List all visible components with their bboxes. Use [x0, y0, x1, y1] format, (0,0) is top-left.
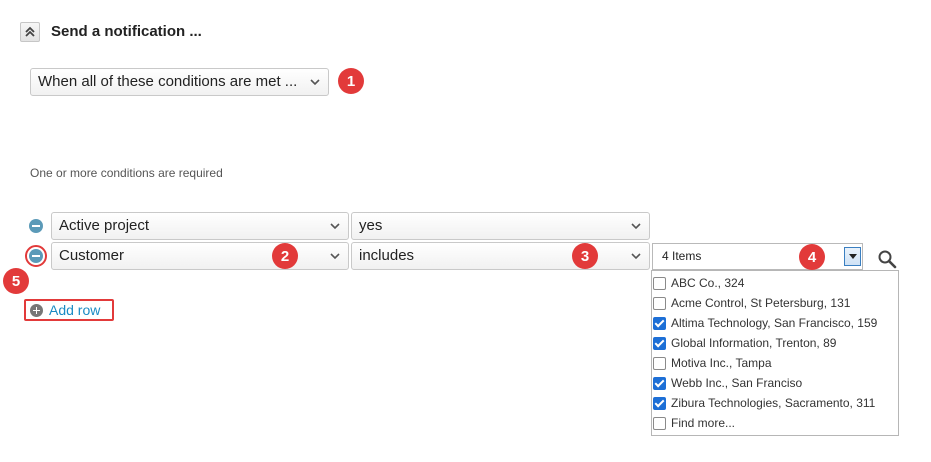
- callout-badge-3: 3: [572, 243, 598, 269]
- checkbox[interactable]: [653, 376, 666, 390]
- checkbox[interactable]: [653, 316, 666, 330]
- callout-badge-5: 5: [3, 268, 29, 294]
- chevron-down-icon: [310, 79, 320, 86]
- callout-badge-4: 4: [799, 244, 825, 270]
- collapse-button[interactable]: [20, 22, 40, 42]
- option-item[interactable]: Motiva Inc., Tampa: [652, 353, 898, 373]
- checkbox[interactable]: [653, 336, 666, 350]
- option-label: Global Information, Trenton, 89: [671, 336, 837, 350]
- option-label: Find more...: [671, 416, 736, 430]
- option-label: ABC Co., 324: [671, 276, 745, 290]
- checkbox[interactable]: [653, 276, 666, 290]
- row-1-operator-select[interactable]: yes: [351, 212, 650, 240]
- required-hint: One or more conditions are required: [30, 166, 223, 180]
- triangle-down-icon: [848, 253, 857, 259]
- row-1-field-select[interactable]: Active project: [51, 212, 349, 240]
- option-label: Acme Control, St Petersburg, 131: [671, 296, 851, 310]
- callout-badge-2: 2: [272, 243, 298, 269]
- checkbox[interactable]: [653, 356, 666, 370]
- remove-row-icon[interactable]: [29, 219, 43, 233]
- add-row-button[interactable]: Add row: [24, 299, 114, 321]
- option-item[interactable]: Zibura Technologies, Sacramento, 311: [652, 393, 898, 413]
- search-icon[interactable]: [877, 249, 897, 269]
- option-item[interactable]: Altima Technology, San Francisco, 159: [652, 313, 898, 333]
- chevron-down-icon: [631, 253, 641, 260]
- option-item[interactable]: Global Information, Trenton, 89: [652, 333, 898, 353]
- callout-badge-1: 1: [338, 68, 364, 94]
- section-title: Send a notification ...: [51, 23, 202, 40]
- option-label: Webb Inc., San Franciso: [671, 376, 803, 390]
- remove-row-icon[interactable]: [29, 249, 43, 263]
- option-label: Altima Technology, San Francisco, 159: [671, 316, 878, 330]
- double-chevron-up-icon: [25, 26, 35, 37]
- chevron-down-icon: [330, 223, 340, 230]
- row-1-field-value: Active project: [59, 217, 150, 234]
- option-item[interactable]: ABC Co., 324: [652, 273, 898, 293]
- multiselect-value: 4 Items: [662, 249, 702, 263]
- option-item[interactable]: Acme Control, St Petersburg, 131: [652, 293, 898, 313]
- chevron-down-icon: [330, 253, 340, 260]
- condition-match-value: When all of these conditions are met ...: [38, 73, 298, 90]
- option-item[interactable]: Webb Inc., San Franciso: [652, 373, 898, 393]
- checkbox[interactable]: [653, 296, 666, 310]
- row-1-operator-value: yes: [359, 217, 383, 234]
- checkbox[interactable]: [653, 416, 666, 430]
- customer-options-list: ABC Co., 324 Acme Control, St Petersburg…: [651, 270, 899, 436]
- multiselect-toggle[interactable]: [844, 247, 861, 266]
- option-label: Zibura Technologies, Sacramento, 311: [671, 396, 876, 410]
- checkbox[interactable]: [653, 396, 666, 410]
- add-row-label: Add row: [49, 302, 101, 318]
- row-2-operator-select[interactable]: includes: [351, 242, 650, 270]
- customer-multiselect[interactable]: 4 Items: [652, 243, 863, 270]
- find-more-item[interactable]: Find more...: [652, 413, 898, 433]
- plus-circle-icon: [30, 303, 43, 317]
- row-2-field-value: Customer: [59, 247, 125, 264]
- option-label: Motiva Inc., Tampa: [671, 356, 772, 370]
- row-2-operator-value: includes: [359, 247, 415, 264]
- chevron-down-icon: [631, 223, 641, 230]
- row-2-field-select[interactable]: Customer: [51, 242, 349, 270]
- condition-match-select[interactable]: When all of these conditions are met ...: [30, 68, 329, 96]
